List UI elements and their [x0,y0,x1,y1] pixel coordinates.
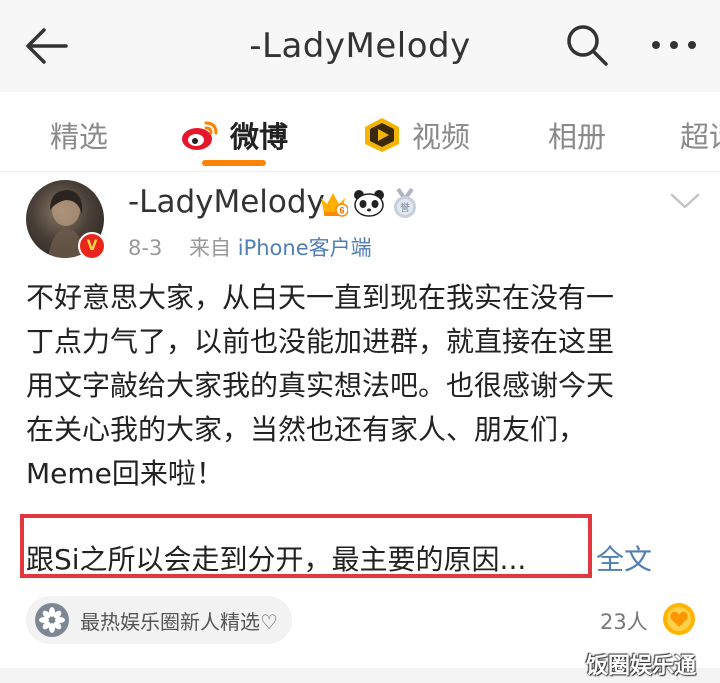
search-icon[interactable] [564,22,610,68]
top-bar: -LadyMelody [0,0,720,92]
video-play-icon [365,118,399,152]
panda-icon[interactable] [353,189,385,217]
post-text-line: Meme回来啦！ [26,457,224,490]
tab-label: 超话 [680,120,720,154]
medal-icon[interactable]: 誉 [390,187,420,219]
svg-text:6: 6 [339,206,344,216]
tab-video[interactable]: 视频 [362,114,470,156]
tab-super-topic[interactable]: 超话 [680,114,720,156]
tab-label: 微博 [230,120,289,154]
post-text: 不好意思大家，从白天一直到现在我实在没有一 丁点力气了，以前也没能加进群，就直接… [26,276,706,496]
profile-tabs: 精选 微博 视频 相册 超话 [0,92,720,172]
like-badge-icon[interactable] [662,602,696,636]
active-tab-indicator [202,160,266,166]
tab-label: 相册 [548,120,607,154]
verified-badge-icon: V [78,232,106,260]
tab-label: 视频 [412,120,471,154]
weibo-logo-icon [182,121,218,150]
more-dots-icon[interactable] [648,30,700,60]
username[interactable]: -LadyMelody [128,184,325,220]
chevron-down-icon[interactable] [668,190,702,212]
full-text-link[interactable]: 全文 [596,538,652,578]
topic-chip-label: 最热娱乐圈新人精选♡ [80,609,278,634]
vip-crown-icon[interactable]: 6 [318,188,348,218]
svg-text:誉: 誉 [400,201,410,214]
people-count: 23人 [600,610,648,634]
flower-icon [35,603,69,637]
post-text-line: 丁点力气了，以前也没能加进群，就直接在这里 [26,325,615,358]
post-source[interactable]: iPhone客户端 [238,236,372,260]
tab-featured[interactable]: 精选 [50,114,108,156]
tab-weibo[interactable]: 微博 [180,114,288,156]
source-prefix: 来自 [189,236,232,260]
watermark: 饭圈娱乐通 [586,654,697,679]
post-date: 8-3 [128,236,163,260]
post-meta: 8-3 来自 iPhone客户端 [128,232,372,262]
tab-album[interactable]: 相册 [548,114,606,156]
topic-chip[interactable]: 最热娱乐圈新人精选♡ [26,596,292,644]
tab-label: 精选 [50,120,109,154]
post-text-line: 在关心我的大家，当然也还有家人、朋友们， [26,413,587,446]
post-preview-line: 跟Si之所以会走到分开，最主要的原因... [26,543,527,576]
page-title: -LadyMelody [249,26,471,66]
post-text-line: 用文字敲给大家我的真实想法吧。也很感谢今天 [26,369,615,402]
post-text-line: 不好意思大家，从白天一直到现在我实在没有一 [26,281,615,314]
